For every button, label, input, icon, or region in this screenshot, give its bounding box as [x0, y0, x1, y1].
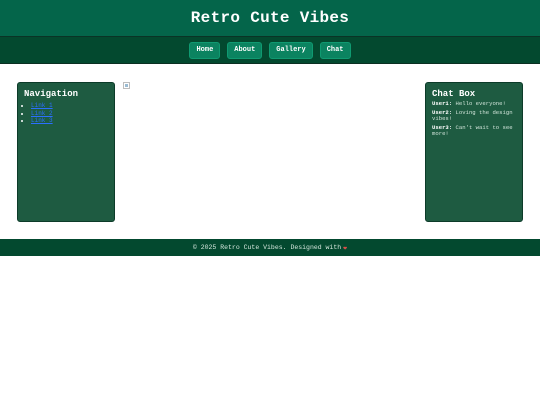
main-nav: Home About Gallery Chat [0, 36, 540, 64]
list-item: Link 2 [31, 110, 108, 118]
chat-text: Hello everyone! [455, 100, 506, 107]
heart-icon: ❤ [343, 244, 348, 252]
sidebar-link-1[interactable]: Link 1 [31, 102, 53, 109]
nav-home-button[interactable]: Home [189, 41, 221, 59]
navigation-link-list: Link 1 Link 2 Link 3 [24, 102, 108, 125]
chat-username: User1: [432, 100, 453, 107]
broken-image-icon [123, 82, 130, 89]
site-title: Retro Cute Vibes [190, 9, 350, 27]
chat-box-panel: Chat Box User1: Hello everyone! User2: L… [425, 82, 523, 222]
chat-message: User3: Can't wait to see more! [432, 124, 516, 138]
list-item: Link 3 [31, 117, 108, 125]
sidebar-link-2[interactable]: Link 2 [31, 110, 53, 117]
site-footer: © 2025 Retro Cute Vibes. Designed with ❤ [0, 239, 540, 256]
chat-box-heading: Chat Box [432, 89, 476, 99]
site-header: Retro Cute Vibes [0, 0, 540, 36]
navigation-sidebar: Navigation Link 1 Link 2 Link 3 [17, 82, 115, 222]
chat-message: User2: Loving the design vibes! [432, 109, 516, 123]
sidebar-link-3[interactable]: Link 3 [31, 117, 53, 124]
nav-about-button[interactable]: About [227, 41, 263, 59]
navigation-heading: Navigation [24, 89, 79, 99]
chat-message: User1: Hello everyone! [432, 100, 516, 108]
nav-chat-button[interactable]: Chat [319, 41, 351, 59]
nav-gallery-button[interactable]: Gallery [269, 41, 313, 59]
footer-text: © 2025 Retro Cute Vibes. Designed with [192, 244, 342, 251]
list-item: Link 1 [31, 102, 108, 110]
